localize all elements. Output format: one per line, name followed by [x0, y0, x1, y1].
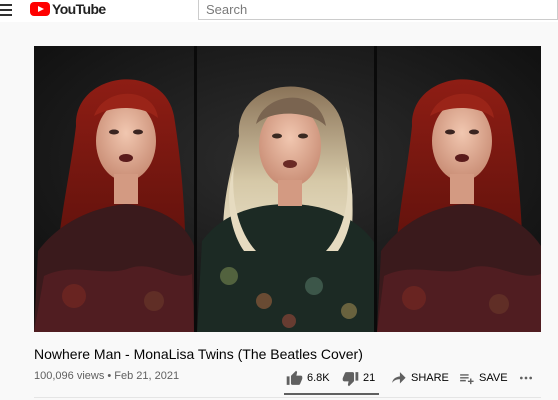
- top-bar: YouTube: [0, 0, 558, 22]
- thumbs-down-icon: [342, 371, 359, 386]
- meta-separator: •: [104, 370, 115, 382]
- save-label: SAVE: [479, 372, 508, 384]
- video-frame: [34, 46, 541, 332]
- share-label: SHARE: [411, 372, 449, 384]
- like-count: 6.8K: [307, 372, 330, 384]
- upload-date: Feb 21, 2021: [114, 370, 180, 382]
- search-box[interactable]: [198, 0, 558, 20]
- share-button[interactable]: SHARE: [390, 368, 449, 388]
- thumbs-up-icon: [286, 370, 303, 385]
- sentiment-bar-fill: [284, 393, 379, 395]
- hamburger-menu-icon[interactable]: [0, 3, 14, 17]
- video-meta: 100,096 views • Feb 21, 2021: [34, 370, 179, 382]
- more-horizontal-icon: [520, 376, 532, 380]
- view-count: 100,096 views: [34, 370, 105, 382]
- youtube-play-icon: [30, 2, 50, 16]
- like-button[interactable]: 6.8K: [286, 368, 330, 388]
- share-arrow-icon: [392, 371, 406, 383]
- youtube-logo[interactable]: YouTube: [30, 1, 106, 17]
- save-button[interactable]: SAVE: [458, 368, 508, 388]
- add-to-playlist-icon: [460, 373, 474, 384]
- divider: [34, 397, 541, 398]
- dislike-button[interactable]: 21: [342, 368, 375, 388]
- more-actions-button[interactable]: [518, 368, 534, 388]
- dislike-count: 21: [363, 372, 376, 384]
- sentiment-bar: [284, 393, 379, 395]
- video-player[interactable]: [34, 46, 541, 332]
- video-title: Nowhere Man - MonaLisa Twins (The Beatle…: [34, 346, 363, 362]
- search-input[interactable]: [199, 0, 557, 19]
- logo-text: YouTube: [52, 1, 106, 17]
